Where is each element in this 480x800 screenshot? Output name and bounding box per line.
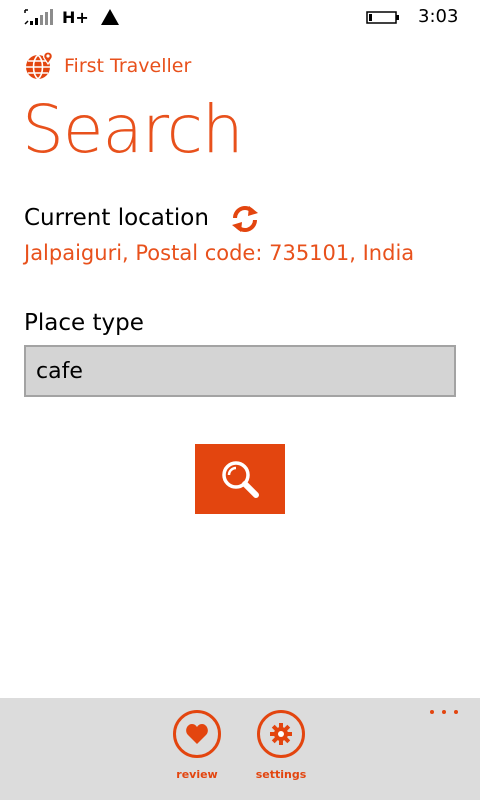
current-location-label: Current location [24,205,209,231]
review-label: review [176,768,218,781]
ellipsis-icon [430,710,434,714]
network-type: H+ [62,8,89,27]
clock: 3:03 [418,6,459,27]
battery-icon [366,11,399,24]
app-header: First Traveller [24,50,191,82]
page-title: Search [22,91,244,168]
search-button[interactable] [195,444,285,514]
heart-icon [186,724,208,744]
place-type-label: Place type [24,310,144,336]
review-button[interactable]: review [157,710,237,782]
settings-label: settings [255,768,307,781]
more-options-button[interactable] [426,704,462,720]
app-bar: review settings [0,698,480,800]
signal-strength-icon [24,9,53,25]
wifi-icon [101,9,119,25]
current-location-value: Jalpaiguri, Postal code: 735101, India [24,241,415,265]
place-type-input[interactable] [24,345,456,397]
refresh-icon[interactable] [229,203,261,235]
status-bar: H+ 3:03 [0,0,480,34]
gear-icon [270,723,292,745]
settings-button[interactable]: settings [241,710,321,782]
search-icon [222,461,259,498]
app-title: First Traveller [64,55,192,77]
globe-pin-icon [26,51,53,80]
